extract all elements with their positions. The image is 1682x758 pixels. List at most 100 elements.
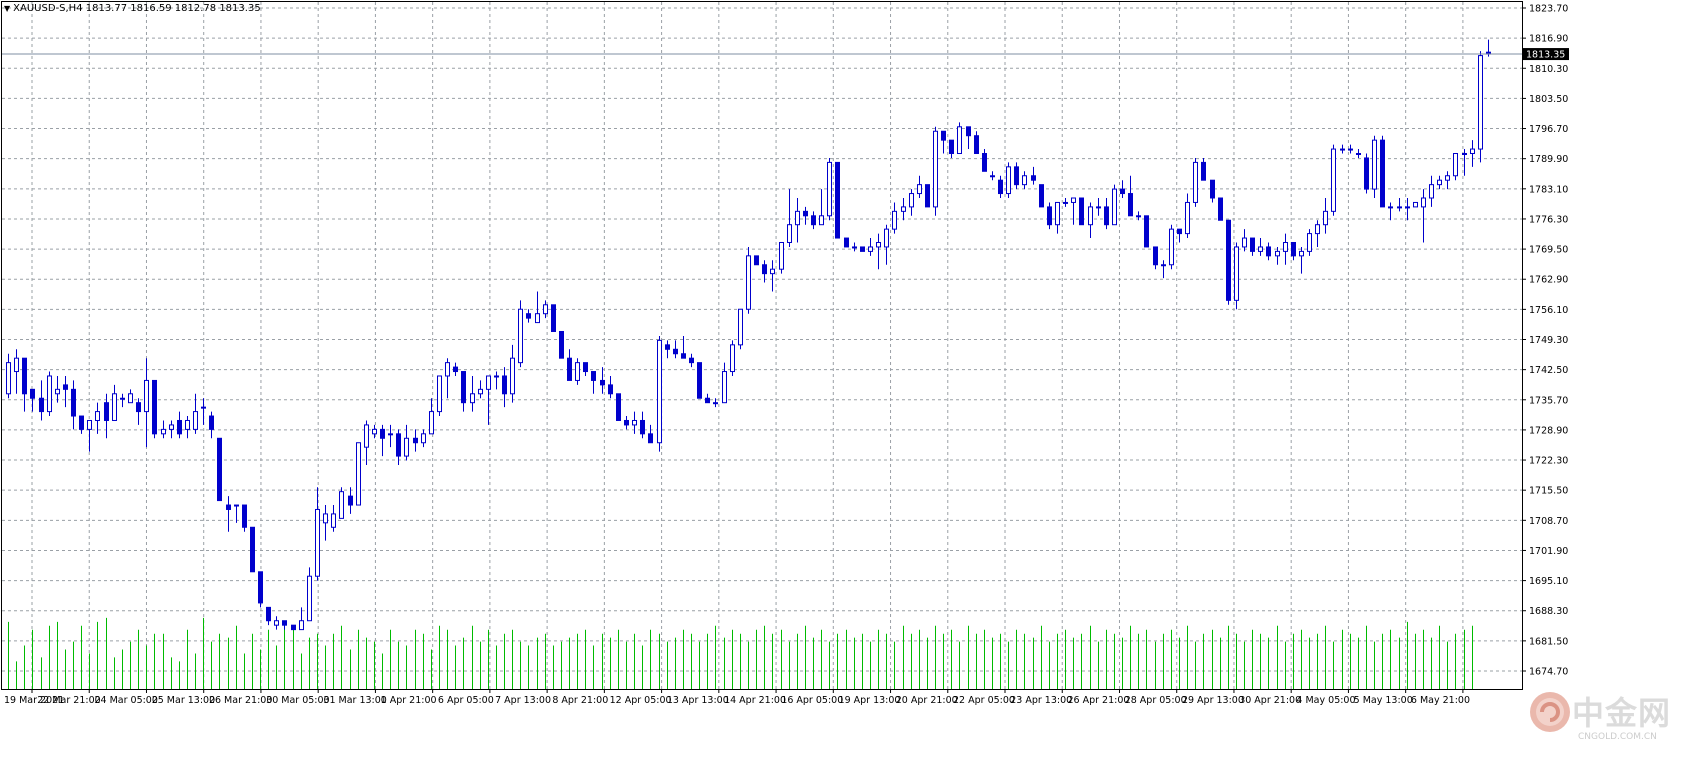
price-tick-label: 1796.70 [1529, 124, 1568, 135]
candle-body-bullish [1356, 153, 1361, 156]
candle-body-bullish [543, 304, 548, 315]
price-tick-label: 1701.90 [1529, 546, 1568, 557]
candle-body-bullish [1453, 153, 1458, 177]
time-tick-label: 30 Mar 05:00 [266, 695, 329, 706]
time-tick-label: 16 Apr 05:00 [781, 695, 843, 706]
price-axis[interactable]: 1823.70 1816.90 1810.30 1803.50 1796.70 1789.… [1522, 4, 1569, 678]
grid-layer [2, 2, 1522, 689]
candle-body-bullish [535, 313, 540, 324]
candle-body-bearish [941, 130, 946, 141]
candle-body-bullish [770, 268, 775, 275]
price-tick-label: 1816.90 [1529, 34, 1568, 45]
candle-body-bullish [161, 428, 166, 435]
candle-body-bearish [1079, 197, 1084, 226]
candle-body-bullish [795, 210, 800, 226]
candle-body-bullish [1413, 201, 1418, 208]
candle-body-bullish [356, 442, 361, 506]
candle-body-bearish [104, 402, 109, 421]
price-tick-label: 1722.30 [1529, 456, 1568, 467]
candle-body-bullish [1071, 197, 1076, 203]
candle-body-bearish [1218, 197, 1223, 221]
candle-body-bullish [738, 308, 743, 346]
candle-body-bullish [1405, 206, 1410, 209]
candle-body-bearish [811, 215, 816, 226]
candle-body-bullish [315, 508, 320, 577]
candle-body-bearish [461, 371, 466, 404]
candle-body-bearish [22, 357, 27, 395]
candle-body-bullish [47, 375, 52, 413]
candle-body-bearish [1266, 246, 1271, 257]
candle-body-bearish [291, 624, 296, 631]
candle-body-bearish [1014, 166, 1019, 186]
candle-body-bearish [396, 433, 401, 457]
candle-body-bearish [925, 184, 930, 208]
candle-body-bearish [282, 620, 287, 626]
price-tick-label: 1742.50 [1529, 365, 1568, 376]
time-tick-label: 30 Apr 21:00 [1239, 695, 1301, 706]
candle-body-bullish [193, 411, 198, 430]
candle-body-bullish [6, 362, 11, 395]
chart-menu-triangle-icon[interactable]: ▼ [4, 3, 10, 15]
time-tick-label: 24 Mar 05:00 [94, 695, 157, 706]
price-chart[interactable]: 1823.70 1816.90 1810.30 1803.50 1796.70 1789.… [0, 0, 1682, 758]
candle-body-bearish [1128, 193, 1133, 217]
candle-body-bearish [152, 379, 157, 435]
time-tick-label: 19 Apr 13:00 [839, 695, 901, 706]
candle-body-bullish [1388, 206, 1393, 209]
candle-body-bullish [95, 411, 100, 421]
time-tick-label: 23 Apr 13:00 [1010, 695, 1072, 706]
time-axis[interactable]: 19 Mar 202122 Mar 21:0024 Mar 05:0025 Ma… [4, 689, 1470, 706]
candle-body-bearish [762, 264, 767, 275]
candle-body-bullish [445, 362, 450, 377]
candle-body-bearish [177, 419, 182, 435]
candle-body-bearish [63, 384, 68, 390]
candle-body-bearish [1120, 188, 1125, 195]
time-tick-label: 20 Apr 21:00 [896, 695, 958, 706]
candle-body-bullish [1063, 201, 1068, 204]
candle-body-bearish [551, 304, 556, 332]
candle-body-bearish [258, 571, 263, 604]
candle-body-bearish [209, 415, 214, 430]
candle-body-bearish [136, 402, 141, 413]
candle-body-bearish [998, 179, 1003, 195]
candle-body-bullish [128, 393, 133, 404]
candle-body-bearish [250, 526, 255, 573]
candle-body-bearish [754, 255, 759, 266]
candle-body-bullish [1185, 201, 1190, 235]
candle-body-bullish [1136, 215, 1141, 218]
candle-body-bullish [201, 406, 206, 409]
watermark-site-text: CNGOLD.COM.CN [1578, 732, 1657, 742]
candle-body-bearish [681, 353, 686, 359]
time-tick-label: 31 Mar 13:00 [323, 695, 386, 706]
price-tick-label: 1776.30 [1529, 214, 1568, 225]
time-tick-label: 1 Apr 21:00 [381, 695, 437, 706]
price-tick-label: 1688.30 [1529, 606, 1568, 617]
candle-body-bullish [364, 424, 369, 448]
candle-body-bearish [974, 135, 979, 155]
candle-body-bullish [120, 397, 125, 400]
candle-body-bearish [30, 388, 35, 399]
candle-body-bearish [71, 388, 76, 417]
candle-body-bullish [1055, 201, 1060, 226]
candle-body-bullish [876, 241, 881, 248]
chart-root[interactable]: 1823.70 1816.90 1810.30 1803.50 1796.70 1789.… [0, 0, 1682, 758]
candle-body-bullish [404, 437, 409, 457]
price-tick-label: 1735.70 [1529, 395, 1568, 406]
candle-body-bullish [1006, 166, 1011, 195]
candle-body-bullish [852, 246, 857, 249]
candle-body-bearish [526, 313, 531, 319]
price-tick-label: 1783.10 [1529, 184, 1568, 195]
candle-body-bearish [616, 393, 621, 421]
candle-body-bullish [307, 575, 312, 622]
candle-body-bullish [632, 419, 637, 426]
candle-body-bullish [1470, 148, 1475, 155]
candle-body-bullish [1096, 206, 1101, 209]
candle-body-bullish [1283, 241, 1288, 252]
candle-body-bearish [982, 153, 987, 172]
price-tick-label: 1789.90 [1529, 154, 1568, 165]
candle-body-bullish [868, 246, 873, 252]
candle-body-bearish [380, 428, 385, 439]
candle-body-bearish [844, 237, 849, 248]
candle-body-bullish [787, 224, 792, 243]
candle-body-bullish [1112, 188, 1117, 226]
